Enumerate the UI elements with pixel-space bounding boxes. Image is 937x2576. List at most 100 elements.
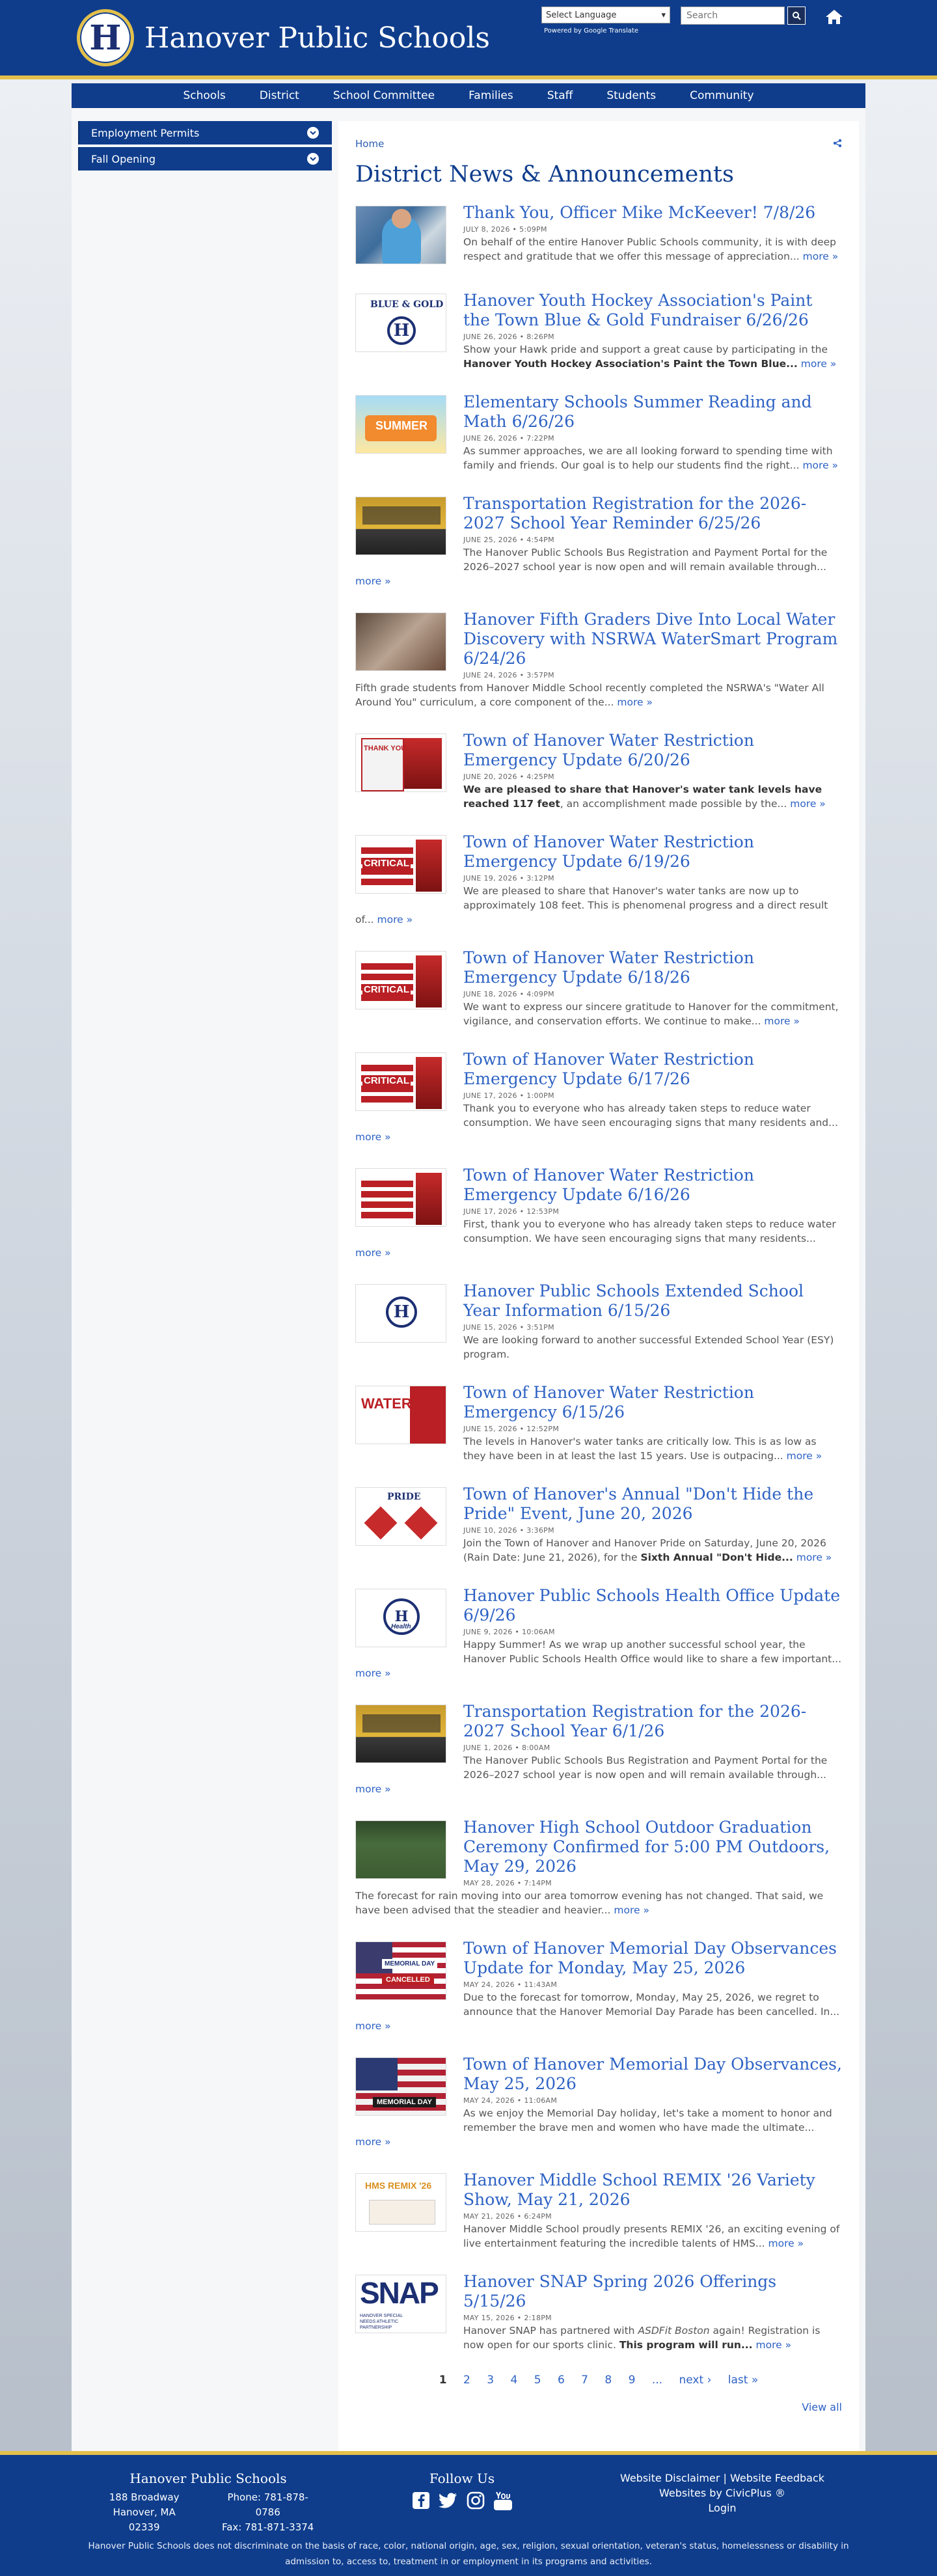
more-link[interactable]: more » [355,575,391,587]
view-all-link[interactable]: View all [355,2401,842,2413]
main-nav: Schools District School Committee Famili… [72,83,865,108]
page-last[interactable]: last » [728,2374,758,2387]
page-5[interactable]: 5 [534,2374,541,2387]
page-2[interactable]: 2 [463,2374,470,2387]
more-link[interactable]: more » [764,1015,800,1027]
nav-community[interactable]: Community [673,89,770,102]
news-thumbnail[interactable]: HMS REMIX '26 [355,2173,446,2232]
list-item: CRITICAL Town of Hanover Water Restricti… [355,1050,842,1144]
news-thumbnail[interactable]: SNAP HANOVER SPECIAL NEEDS ATHLETIC PART… [355,2275,446,2333]
footer-disclaimer-feedback-links[interactable]: Website Disclaimer | Website Feedback [586,2471,859,2486]
more-link[interactable]: more » [756,2339,792,2351]
more-link[interactable]: more » [355,1131,391,1143]
share-icon[interactable] [833,138,842,150]
breadcrumb-home[interactable]: Home [355,138,384,150]
page-8[interactable]: 8 [604,2374,612,2387]
page-ellipsis[interactable]: ... [652,2374,662,2387]
footer-fax: Fax: 781-871-3374 [221,2521,314,2533]
language-select[interactable]: Select Language ▾ [541,7,670,23]
news-summary: Fifth grade students from Hanover Middle… [355,681,842,709]
news-thumbnail[interactable]: CRITICAL [355,1052,446,1111]
sidebar-item-label: Employment Permits [91,126,200,139]
page-title: District News & Announcements [355,161,734,187]
more-link[interactable]: more » [803,251,839,262]
nav-staff[interactable]: Staff [530,89,590,102]
thumb-caption: WATER [361,1395,412,1412]
sidebar-item-employment-permits[interactable]: Employment Permits [78,121,332,144]
twitter-icon[interactable] [438,2490,459,2511]
nav-school-committee[interactable]: School Committee [316,89,452,102]
more-link[interactable]: more » [787,1450,822,1462]
more-link[interactable]: more » [796,1552,832,1563]
news-text: Show your Hawk pride and support a great… [463,344,828,355]
more-link[interactable]: more » [801,358,837,370]
more-link[interactable]: more » [614,1904,649,1916]
news-thumbnail[interactable] [355,1168,446,1227]
thumb-caption: SUMMER [375,419,428,432]
logo-letter: H [393,1302,410,1322]
page-next[interactable]: next › [679,2374,712,2387]
news-thumbnail[interactable] [355,1820,446,1879]
more-link[interactable]: more » [355,2136,391,2148]
page-3[interactable]: 3 [487,2374,494,2387]
more-link[interactable]: more » [790,798,826,810]
news-thumbnail[interactable]: WATER [355,1386,446,1444]
facebook-icon[interactable] [411,2490,431,2511]
more-link[interactable]: more » [802,459,838,471]
news-thumbnail[interactable]: CRITICAL [355,835,446,894]
page-7[interactable]: 7 [581,2374,588,2387]
sidebar-item-fall-opening[interactable]: Fall Opening [78,147,332,171]
nav-students[interactable]: Students [590,89,673,102]
page-6[interactable]: 6 [558,2374,565,2387]
nav-families[interactable]: Families [452,89,530,102]
more-link[interactable]: more » [355,1667,391,1679]
list-item: Thank You, Officer Mike McKeever! 7/8/26… [355,203,842,269]
powered-by-translate[interactable]: Powered by Google Translate [541,27,670,34]
news-thumbnail[interactable]: CRITICAL [355,951,446,1009]
news-text: Due to the forecast for tomorrow, Monday… [463,1992,840,2018]
instagram-icon[interactable] [465,2490,486,2511]
news-thumbnail[interactable]: THANK YOU [355,733,446,792]
site-header: H Hanover Public Schools Select Language… [0,0,937,79]
page-4[interactable]: 4 [510,2374,517,2387]
site-logo[interactable]: H Hanover Public Schools [77,9,490,66]
news-thumbnail[interactable] [355,497,446,555]
more-link[interactable]: more » [768,2238,804,2249]
header-tools: Select Language ▾ Powered by Google Tran… [541,7,846,34]
footer-civicplus-link[interactable]: Websites by CivicPlus ® [586,2486,859,2501]
more-link[interactable]: more » [355,2020,391,2032]
page-9[interactable]: 9 [629,2374,636,2387]
news-thumbnail[interactable]: H Health [355,1589,446,1647]
news-thumbnail[interactable]: BLUE & GOLD H [355,294,446,352]
news-thumbnail[interactable]: SUMMER [355,395,446,454]
search-button[interactable] [787,7,806,25]
news-text: As summer approaches, we are all looking… [463,445,833,471]
site-title[interactable]: Hanover Public Schools [144,21,490,55]
thumb-caption: BLUE & GOLD [370,299,444,310]
nav-district[interactable]: District [243,89,316,102]
news-thumbnail[interactable] [355,1705,446,1763]
chevron-down-icon [307,153,319,165]
footer-login-link[interactable]: Login [586,2501,859,2515]
list-item: Hanover Fifth Graders Dive Into Local Wa… [355,610,842,709]
news-thumbnail[interactable]: MEMORIAL DAY CANCELLED [355,1941,446,2000]
more-link[interactable]: more » [617,696,653,708]
footer-title: Hanover Public Schools [129,2471,287,2486]
more-link[interactable]: more » [355,1783,391,1795]
home-button[interactable] [822,7,846,27]
news-thumbnail[interactable]: H [355,1284,446,1343]
youtube-icon[interactable] [493,2490,513,2511]
news-thumbnail[interactable]: PRIDE [355,1487,446,1546]
news-thumbnail[interactable] [355,612,446,671]
news-text: On behalf of the entire Hanover Public S… [463,236,836,262]
breadcrumb: Home [355,137,842,151]
news-thumbnail[interactable] [355,206,446,264]
news-thumbnail[interactable]: MEMORIAL DAY [355,2057,446,2116]
more-link[interactable]: more » [377,914,413,925]
nav-schools[interactable]: Schools [166,89,242,102]
more-link[interactable]: more » [355,1247,391,1259]
footer-phone[interactable]: Phone: 781-878-0786 [217,2490,319,2520]
list-item: WATER Town of Hanover Water Restriction … [355,1383,842,1463]
search-input[interactable] [681,7,785,25]
home-icon [826,10,843,24]
